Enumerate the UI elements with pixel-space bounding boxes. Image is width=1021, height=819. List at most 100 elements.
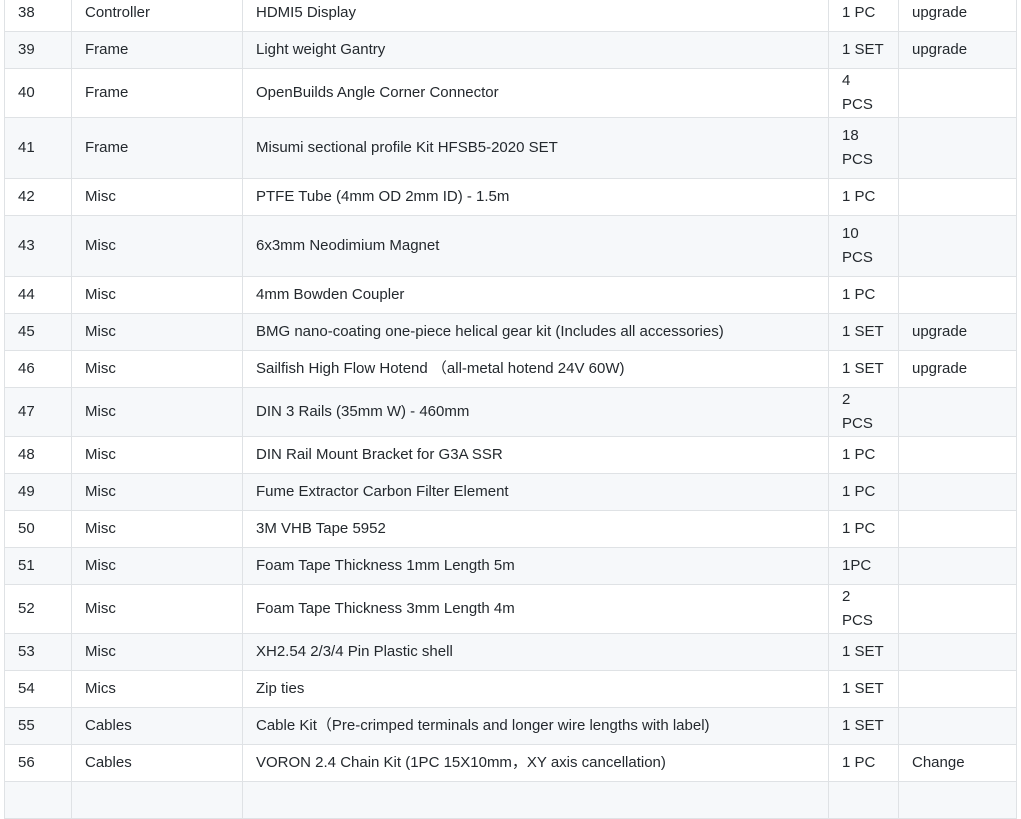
quantity-cell: 1PC bbox=[828, 547, 899, 585]
row-number: 41 bbox=[4, 117, 72, 179]
category-cell: Cables bbox=[71, 707, 243, 745]
table-row: 56 Cables VORON 2.4 Chain Kit (1PC 15X10… bbox=[4, 744, 1017, 782]
row-number: 50 bbox=[4, 510, 72, 548]
table-row: 43 Misc 6x3mm Neodimium Magnet 10 PCS bbox=[4, 215, 1017, 277]
item-cell: DIN Rail Mount Bracket for G3A SSR bbox=[242, 436, 829, 474]
row-number: 48 bbox=[4, 436, 72, 474]
table-row: 48 Misc DIN Rail Mount Bracket for G3A S… bbox=[4, 436, 1017, 474]
item-cell: Sailfish High Flow Hotend （all-metal hot… bbox=[242, 350, 829, 388]
category-cell: Misc bbox=[71, 547, 243, 585]
table-row: 50 Misc 3M VHB Tape 5952 1 PC bbox=[4, 510, 1017, 548]
row-number: 49 bbox=[4, 473, 72, 511]
note-cell: upgrade bbox=[898, 350, 1017, 388]
item-cell bbox=[242, 781, 829, 819]
category-cell: Misc bbox=[71, 350, 243, 388]
item-cell: 3M VHB Tape 5952 bbox=[242, 510, 829, 548]
quantity-cell: 1 SET bbox=[828, 670, 899, 708]
row-number: 54 bbox=[4, 670, 72, 708]
row-number bbox=[4, 781, 72, 819]
item-cell: Foam Tape Thickness 3mm Length 4m bbox=[242, 584, 829, 634]
table-row: 40 Frame OpenBuilds Angle Corner Connect… bbox=[4, 68, 1017, 118]
note-cell bbox=[898, 633, 1017, 671]
item-cell: 4mm Bowden Coupler bbox=[242, 276, 829, 314]
table-row: 53 Misc XH2.54 2/3/4 Pin Plastic shell 1… bbox=[4, 633, 1017, 671]
item-cell: VORON 2.4 Chain Kit (1PC 15X10mm，XY axis… bbox=[242, 744, 829, 782]
note-cell bbox=[898, 178, 1017, 216]
note-cell bbox=[898, 707, 1017, 745]
quantity-cell: 1 SET bbox=[828, 350, 899, 388]
quantity-cell: 1 PC bbox=[828, 178, 899, 216]
item-cell: Light weight Gantry bbox=[242, 31, 829, 69]
category-cell: Frame bbox=[71, 31, 243, 69]
category-cell: Misc bbox=[71, 436, 243, 474]
table-row: 44 Misc 4mm Bowden Coupler 1 PC bbox=[4, 276, 1017, 314]
row-number: 40 bbox=[4, 68, 72, 118]
note-cell: upgrade bbox=[898, 31, 1017, 69]
category-cell: Cables bbox=[71, 744, 243, 782]
row-number: 43 bbox=[4, 215, 72, 277]
table-row: 45 Misc BMG nano-coating one-piece helic… bbox=[4, 313, 1017, 351]
category-cell: Controller bbox=[71, 0, 243, 32]
quantity-cell: 1 PC bbox=[828, 0, 899, 32]
quantity-cell: 1 PC bbox=[828, 744, 899, 782]
table-row: 47 Misc DIN 3 Rails (35mm W) - 460mm 2 P… bbox=[4, 387, 1017, 437]
item-cell: Misumi sectional profile Kit HFSB5-2020 … bbox=[242, 117, 829, 179]
category-cell: Misc bbox=[71, 584, 243, 634]
table-row: 52 Misc Foam Tape Thickness 3mm Length 4… bbox=[4, 584, 1017, 634]
table-row: 55 Cables Cable Kit（Pre-crimped terminal… bbox=[4, 707, 1017, 745]
note-cell bbox=[898, 584, 1017, 634]
item-cell: PTFE Tube (4mm OD 2mm ID) - 1.5m bbox=[242, 178, 829, 216]
item-cell: 6x3mm Neodimium Magnet bbox=[242, 215, 829, 277]
item-cell: Cable Kit（Pre-crimped terminals and long… bbox=[242, 707, 829, 745]
item-cell: Fume Extractor Carbon Filter Element bbox=[242, 473, 829, 511]
table-row: 39 Frame Light weight Gantry 1 SET upgra… bbox=[4, 31, 1017, 69]
quantity-cell: 1 SET bbox=[828, 31, 899, 69]
row-number: 45 bbox=[4, 313, 72, 351]
quantity-cell: 4 PCS bbox=[828, 68, 899, 118]
quantity-cell: 1 SET bbox=[828, 633, 899, 671]
row-number: 53 bbox=[4, 633, 72, 671]
note-cell bbox=[898, 670, 1017, 708]
quantity-cell: 1 PC bbox=[828, 276, 899, 314]
table-row: 42 Misc PTFE Tube (4mm OD 2mm ID) - 1.5m… bbox=[4, 178, 1017, 216]
table-row: 41 Frame Misumi sectional profile Kit HF… bbox=[4, 117, 1017, 179]
note-cell bbox=[898, 276, 1017, 314]
row-number: 52 bbox=[4, 584, 72, 634]
category-cell: Frame bbox=[71, 68, 243, 118]
category-cell: Misc bbox=[71, 473, 243, 511]
category-cell: Misc bbox=[71, 510, 243, 548]
item-cell: Zip ties bbox=[242, 670, 829, 708]
quantity-cell: 2 PCS bbox=[828, 584, 899, 634]
category-cell: Mics bbox=[71, 670, 243, 708]
quantity-cell: 1 PC bbox=[828, 436, 899, 474]
item-cell: XH2.54 2/3/4 Pin Plastic shell bbox=[242, 633, 829, 671]
row-number: 44 bbox=[4, 276, 72, 314]
note-cell bbox=[898, 117, 1017, 179]
note-cell bbox=[898, 436, 1017, 474]
item-cell: BMG nano-coating one-piece helical gear … bbox=[242, 313, 829, 351]
table-row bbox=[4, 781, 1017, 819]
category-cell bbox=[71, 781, 243, 819]
category-cell: Misc bbox=[71, 215, 243, 277]
item-cell: OpenBuilds Angle Corner Connector bbox=[242, 68, 829, 118]
category-cell: Misc bbox=[71, 633, 243, 671]
row-number: 42 bbox=[4, 178, 72, 216]
row-number: 39 bbox=[4, 31, 72, 69]
note-cell bbox=[898, 387, 1017, 437]
category-cell: Misc bbox=[71, 276, 243, 314]
table-row: 38 Controller HDMI5 Display 1 PC upgrade bbox=[4, 0, 1017, 32]
quantity-cell: 1 SET bbox=[828, 707, 899, 745]
category-cell: Misc bbox=[71, 387, 243, 437]
row-number: 46 bbox=[4, 350, 72, 388]
quantity-cell bbox=[828, 781, 899, 819]
row-number: 55 bbox=[4, 707, 72, 745]
item-cell: DIN 3 Rails (35mm W) - 460mm bbox=[242, 387, 829, 437]
table-row: 49 Misc Fume Extractor Carbon Filter Ele… bbox=[4, 473, 1017, 511]
category-cell: Frame bbox=[71, 117, 243, 179]
parts-table: 38 Controller HDMI5 Display 1 PC upgrade… bbox=[4, 0, 1017, 819]
quantity-cell: 10 PCS bbox=[828, 215, 899, 277]
table-row: 51 Misc Foam Tape Thickness 1mm Length 5… bbox=[4, 547, 1017, 585]
row-number: 56 bbox=[4, 744, 72, 782]
category-cell: Misc bbox=[71, 313, 243, 351]
item-cell: Foam Tape Thickness 1mm Length 5m bbox=[242, 547, 829, 585]
